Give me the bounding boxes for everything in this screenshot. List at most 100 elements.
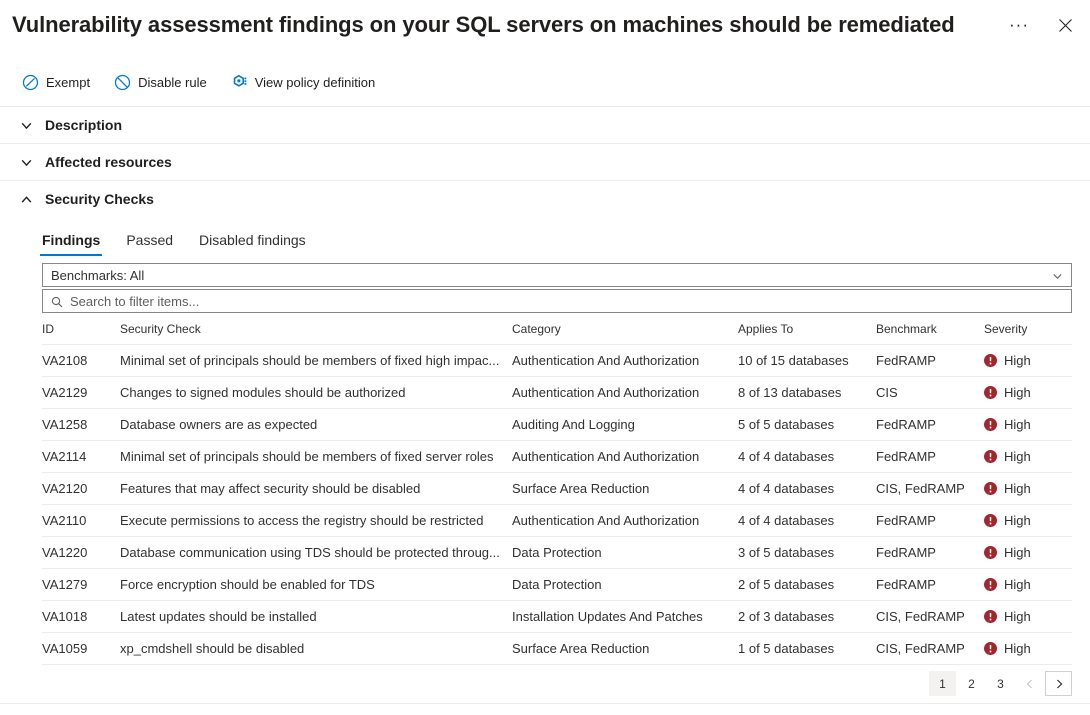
finding-benchmark: CIS, FedRAMP xyxy=(876,601,984,633)
table-row[interactable]: VA2108Minimal set of principals should b… xyxy=(42,345,1072,377)
finding-id: VA2114 xyxy=(42,441,120,473)
findings-table-container: ID Security Check Category Applies To Be… xyxy=(0,313,1090,665)
severity-high-icon xyxy=(984,418,997,431)
page-title: Vulnerability assessment findings on you… xyxy=(12,10,1090,40)
column-header-applies-to[interactable]: Applies To xyxy=(738,322,876,345)
severity-high-icon xyxy=(984,386,997,399)
ellipsis-icon[interactable]: ··· xyxy=(1004,10,1034,40)
finding-severity: High xyxy=(984,441,1072,473)
finding-category: Authentication And Authorization xyxy=(512,441,738,473)
finding-benchmark: FedRAMP xyxy=(876,345,984,377)
disable-rule-button[interactable]: Disable rule xyxy=(112,66,209,98)
tab-findings[interactable]: Findings xyxy=(40,231,102,256)
previous-page-button xyxy=(1016,671,1043,696)
finding-security-check: Database owners are as expected xyxy=(120,409,512,441)
search-input[interactable] xyxy=(70,294,1063,309)
finding-benchmark: FedRAMP xyxy=(876,505,984,537)
page-button-3[interactable]: 3 xyxy=(987,671,1014,696)
chevron-up-icon xyxy=(20,193,33,206)
severity-label: High xyxy=(1004,513,1031,528)
finding-id: VA1059 xyxy=(42,633,120,665)
column-header-benchmark[interactable]: Benchmark xyxy=(876,322,984,345)
finding-applies-to: 4 of 4 databases xyxy=(738,473,876,505)
table-row[interactable]: VA1258Database owners are as expectedAud… xyxy=(42,409,1072,441)
next-page-button[interactable] xyxy=(1045,671,1072,696)
findings-table: ID Security Check Category Applies To Be… xyxy=(42,322,1072,665)
view-policy-definition-button[interactable]: View policy definition xyxy=(229,66,377,98)
table-row[interactable]: VA2110Execute permissions to access the … xyxy=(42,505,1072,537)
filter-area: Benchmarks: All xyxy=(0,256,1090,313)
finding-benchmark: CIS xyxy=(876,377,984,409)
tab-passed[interactable]: Passed xyxy=(124,231,175,256)
finding-security-check: Features that may affect security should… xyxy=(120,473,512,505)
finding-category: Authentication And Authorization xyxy=(512,505,738,537)
column-header-severity[interactable]: Severity xyxy=(984,322,1072,345)
severity-label: High xyxy=(1004,545,1031,560)
column-header-security-check[interactable]: Security Check xyxy=(120,322,512,345)
finding-id: VA2120 xyxy=(42,473,120,505)
finding-category: Auditing And Logging xyxy=(512,409,738,441)
exempt-icon xyxy=(22,74,39,91)
finding-applies-to: 10 of 15 databases xyxy=(738,345,876,377)
severity-high-icon xyxy=(984,642,997,655)
command-bar: Exempt Disable rule View policy definiti… xyxy=(0,62,1090,102)
finding-applies-to: 8 of 13 databases xyxy=(738,377,876,409)
table-row[interactable]: VA1059xp_cmdshell should be disabledSurf… xyxy=(42,633,1072,665)
finding-security-check: Database communication using TDS should … xyxy=(120,537,512,569)
finding-severity: High xyxy=(984,377,1072,409)
severity-high-icon xyxy=(984,482,997,495)
finding-id: VA1220 xyxy=(42,537,120,569)
benchmarks-dropdown[interactable]: Benchmarks: All xyxy=(42,263,1072,287)
finding-benchmark: FedRAMP xyxy=(876,441,984,473)
finding-applies-to: 5 of 5 databases xyxy=(738,409,876,441)
search-box[interactable] xyxy=(42,289,1072,313)
table-row[interactable]: VA1279Force encryption should be enabled… xyxy=(42,569,1072,601)
finding-security-check: Force encryption should be enabled for T… xyxy=(120,569,512,601)
finding-category: Authentication And Authorization xyxy=(512,345,738,377)
table-row[interactable]: VA2129Changes to signed modules should b… xyxy=(42,377,1072,409)
column-header-id[interactable]: ID xyxy=(42,322,120,345)
tab-disabled-findings[interactable]: Disabled findings xyxy=(197,231,308,256)
table-row[interactable]: VA2120Features that may affect security … xyxy=(42,473,1072,505)
finding-applies-to: 3 of 5 databases xyxy=(738,537,876,569)
finding-benchmark: FedRAMP xyxy=(876,537,984,569)
finding-id: VA1279 xyxy=(42,569,120,601)
finding-severity: High xyxy=(984,409,1072,441)
chevron-left-icon xyxy=(1024,678,1036,690)
severity-high-icon xyxy=(984,546,997,559)
finding-id: VA2110 xyxy=(42,505,120,537)
footer-divider xyxy=(0,703,1090,704)
severity-label: High xyxy=(1004,353,1031,368)
finding-id: VA1018 xyxy=(42,601,120,633)
finding-category: Data Protection xyxy=(512,537,738,569)
severity-high-icon xyxy=(984,354,997,367)
severity-label: High xyxy=(1004,641,1031,656)
section-security-checks-label: Security Checks xyxy=(45,191,154,207)
finding-severity: High xyxy=(984,537,1072,569)
finding-severity: High xyxy=(984,633,1072,665)
section-description[interactable]: Description xyxy=(0,106,1090,143)
page-button-2[interactable]: 2 xyxy=(958,671,985,696)
section-description-label: Description xyxy=(45,117,122,133)
column-header-category[interactable]: Category xyxy=(512,322,738,345)
table-row[interactable]: VA1018Latest updates should be installed… xyxy=(42,601,1072,633)
search-icon xyxy=(51,295,63,307)
finding-category: Authentication And Authorization xyxy=(512,377,738,409)
section-security-checks[interactable]: Security Checks xyxy=(0,180,1090,217)
exempt-label: Exempt xyxy=(46,75,90,90)
finding-id: VA2129 xyxy=(42,377,120,409)
disable-rule-label: Disable rule xyxy=(138,75,207,90)
finding-security-check: Latest updates should be installed xyxy=(120,601,512,633)
severity-label: High xyxy=(1004,577,1031,592)
close-icon[interactable] xyxy=(1050,10,1080,40)
page-button-1[interactable]: 1 xyxy=(929,671,956,696)
table-row[interactable]: VA2114Minimal set of principals should b… xyxy=(42,441,1072,473)
chevron-down-icon xyxy=(20,156,33,169)
section-affected-resources[interactable]: Affected resources xyxy=(0,143,1090,180)
section-affected-resources-label: Affected resources xyxy=(45,154,172,170)
table-row[interactable]: VA1220Database communication using TDS s… xyxy=(42,537,1072,569)
finding-severity: High xyxy=(984,473,1072,505)
finding-security-check: Minimal set of principals should be memb… xyxy=(120,441,512,473)
severity-high-icon xyxy=(984,514,997,527)
exempt-button[interactable]: Exempt xyxy=(20,66,92,98)
